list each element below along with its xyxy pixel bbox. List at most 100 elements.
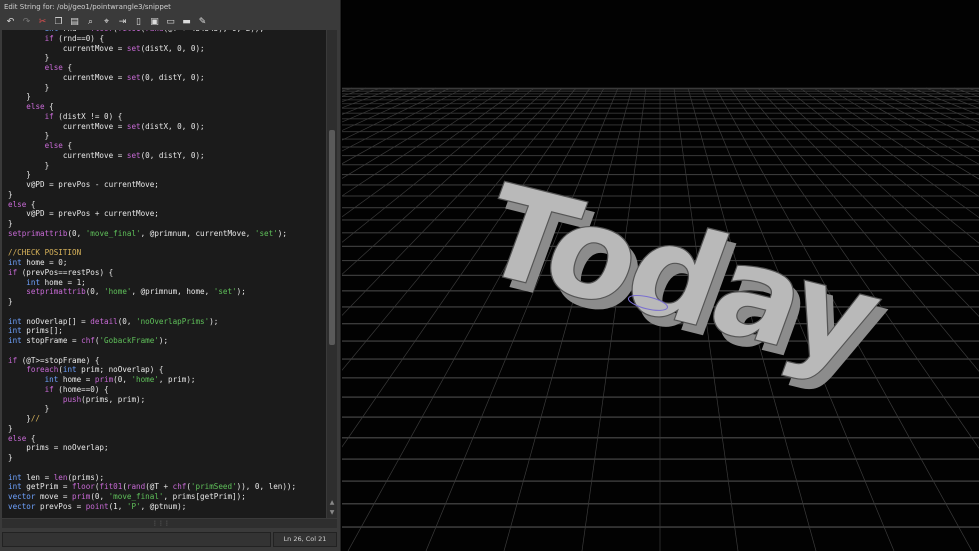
edit-icon[interactable]: ✎ <box>196 16 209 29</box>
code-line[interactable]: push(prims, prim); <box>8 395 326 405</box>
code-token: } <box>8 423 13 433</box>
code-line[interactable]: int stopFrame = chf('GobackFrame'); <box>8 336 326 346</box>
code-line[interactable]: currentMove = set(distX, 0, 0); <box>8 122 326 132</box>
code-line[interactable]: int prims[]; <box>8 326 326 336</box>
status-message <box>2 532 271 547</box>
code-line[interactable]: else { <box>8 434 326 444</box>
window-title: Edit String for: /obj/geo1/pointwrangle3… <box>4 3 171 11</box>
code-line[interactable]: else { <box>8 63 326 73</box>
scroll-up-arrow-icon[interactable]: ▲ <box>327 498 337 508</box>
save-file-icon[interactable]: ▣ <box>148 16 161 29</box>
code-token: int <box>8 258 22 267</box>
code-line[interactable]: int home = 0; <box>8 258 326 268</box>
code-line[interactable]: //CHECK POSITION <box>8 248 326 258</box>
cut-icon[interactable]: ✂ <box>36 16 49 29</box>
paste-icon[interactable]: ▤ <box>68 16 81 29</box>
redo-icon[interactable]: ↷ <box>20 16 33 29</box>
code-token: (0, <box>117 316 137 326</box>
scroll-down-arrow-icon[interactable]: ▼ <box>327 508 337 518</box>
code-text-area[interactable]: int rnd = floor(fit01(rand(@T + 434545),… <box>2 30 326 518</box>
code-line[interactable]: vector move = prim(0, 'move_final', prim… <box>8 492 326 502</box>
code-line[interactable]: if (prevPos==restPos) { <box>8 268 326 278</box>
code-line[interactable]: if (distX != 0) { <box>8 112 326 122</box>
code-token: stopFrame = <box>21 336 82 345</box>
replace-icon[interactable]: ⌖ <box>100 16 113 29</box>
code-line[interactable]: int noOverlap[] = detail(0, 'noOverlapPr… <box>8 317 326 327</box>
code-line[interactable]: currentMove = set(0, distY, 0); <box>8 151 326 161</box>
code-token: (distX, 0, 0); <box>140 121 205 131</box>
code-line[interactable]: v@PD = prevPos - currentMove; <box>8 180 326 190</box>
code-line[interactable]: } <box>8 190 326 200</box>
code-line[interactable]: } <box>8 92 326 102</box>
code-line[interactable]: } <box>8 424 326 434</box>
code-line[interactable]: } <box>8 170 326 180</box>
code-token: (@T>=stopFrame) { <box>17 355 100 365</box>
code-line[interactable]: } <box>8 53 326 63</box>
3d-viewport[interactable]: Today Today <box>342 0 979 551</box>
code-line[interactable]: else { <box>8 102 326 112</box>
resize-grip-icon[interactable]: ⋮⋮⋮ <box>152 521 170 527</box>
code-line[interactable]: currentMove = set(distX, 0, 0); <box>8 44 326 54</box>
code-line[interactable]: setprimattrib(0, 'move_final', @primnum,… <box>8 229 326 239</box>
code-token: (0, <box>90 492 109 501</box>
code-line[interactable]: if (rnd==0) { <box>8 34 326 44</box>
code-token: { <box>62 63 73 72</box>
code-line[interactable]: if (@T>=stopFrame) { <box>8 356 326 366</box>
code-line[interactable]: } <box>8 404 326 414</box>
code-line[interactable]: } <box>8 219 326 229</box>
code-line[interactable]: } <box>8 453 326 463</box>
code-line[interactable]: setprimattrib(0, 'home', @primnum, home,… <box>8 287 326 297</box>
vertical-scrollbar[interactable]: ▲ ▼ <box>327 30 337 518</box>
code-line[interactable]: else { <box>8 141 326 151</box>
code-token: 'GobackFrame' <box>99 336 159 345</box>
code-token: , @primnum, currentMove, <box>140 228 255 238</box>
goto-line-icon[interactable]: ⇥ <box>116 16 129 29</box>
code-line[interactable]: }// <box>8 414 326 424</box>
code-token: setprimattrib <box>26 287 86 297</box>
code-token: (1, <box>108 501 127 511</box>
code-content[interactable]: int rnd = floor(fit01(rand(@T + 434545),… <box>2 30 326 512</box>
find-icon[interactable]: ⌕ <box>84 16 97 29</box>
code-line[interactable]: } <box>8 161 326 171</box>
code-token: setprimattrib <box>8 228 68 238</box>
code-token: int <box>45 30 59 33</box>
vertical-scroll-thumb[interactable] <box>329 130 335 345</box>
code-line[interactable]: int getPrim = floor(fit01(rand(@T + chf(… <box>8 482 326 492</box>
code-line[interactable]: prims = noOverlap; <box>8 443 326 453</box>
open-file-icon[interactable]: ▯ <box>132 16 145 29</box>
comment-icon[interactable]: ▭ <box>164 16 177 29</box>
copy-icon[interactable]: ❐ <box>52 16 65 29</box>
code-token: set <box>126 121 141 131</box>
code-line[interactable]: } <box>8 131 326 141</box>
code-line[interactable]: int len = len(prims); <box>8 473 326 483</box>
code-line[interactable] <box>8 307 326 317</box>
code-line[interactable] <box>8 346 326 356</box>
code-token: currentMove = <box>8 43 127 53</box>
viewport-canvas[interactable]: Today Today <box>342 0 979 551</box>
code-line[interactable]: int home = prim(0, 'home', prim); <box>8 375 326 385</box>
code-line[interactable]: else { <box>8 200 326 210</box>
undo-icon[interactable]: ↶ <box>4 16 17 29</box>
code-token: foreach <box>26 365 59 375</box>
code-line[interactable]: } <box>8 297 326 307</box>
code-token: // <box>30 414 41 423</box>
code-token: noOverlap[] = <box>21 316 91 326</box>
code-line[interactable] <box>8 463 326 473</box>
code-token: len <box>53 472 68 482</box>
code-line[interactable]: vector prevPos = point(1, 'P', @ptnum); <box>8 502 326 512</box>
uncomment-icon[interactable]: ▬ <box>180 16 193 29</box>
code-line[interactable]: currentMove = set(0, distY, 0); <box>8 73 326 83</box>
code-line[interactable]: if (home==0) { <box>8 385 326 395</box>
code-line[interactable]: } <box>8 83 326 93</box>
code-line[interactable]: v@PD = prevPos + currentMove; <box>8 209 326 219</box>
code-line[interactable] <box>8 239 326 249</box>
today-text-model[interactable]: Today Today <box>458 158 908 405</box>
code-line[interactable]: foreach(int prim; noOverlap) { <box>8 365 326 375</box>
horizontal-scrollbar[interactable]: ⋮⋮⋮ <box>2 519 337 528</box>
code-token: //CHECK POSITION <box>8 248 82 258</box>
code-token: ); <box>209 316 219 326</box>
code-line[interactable]: int home = 1; <box>8 278 326 288</box>
